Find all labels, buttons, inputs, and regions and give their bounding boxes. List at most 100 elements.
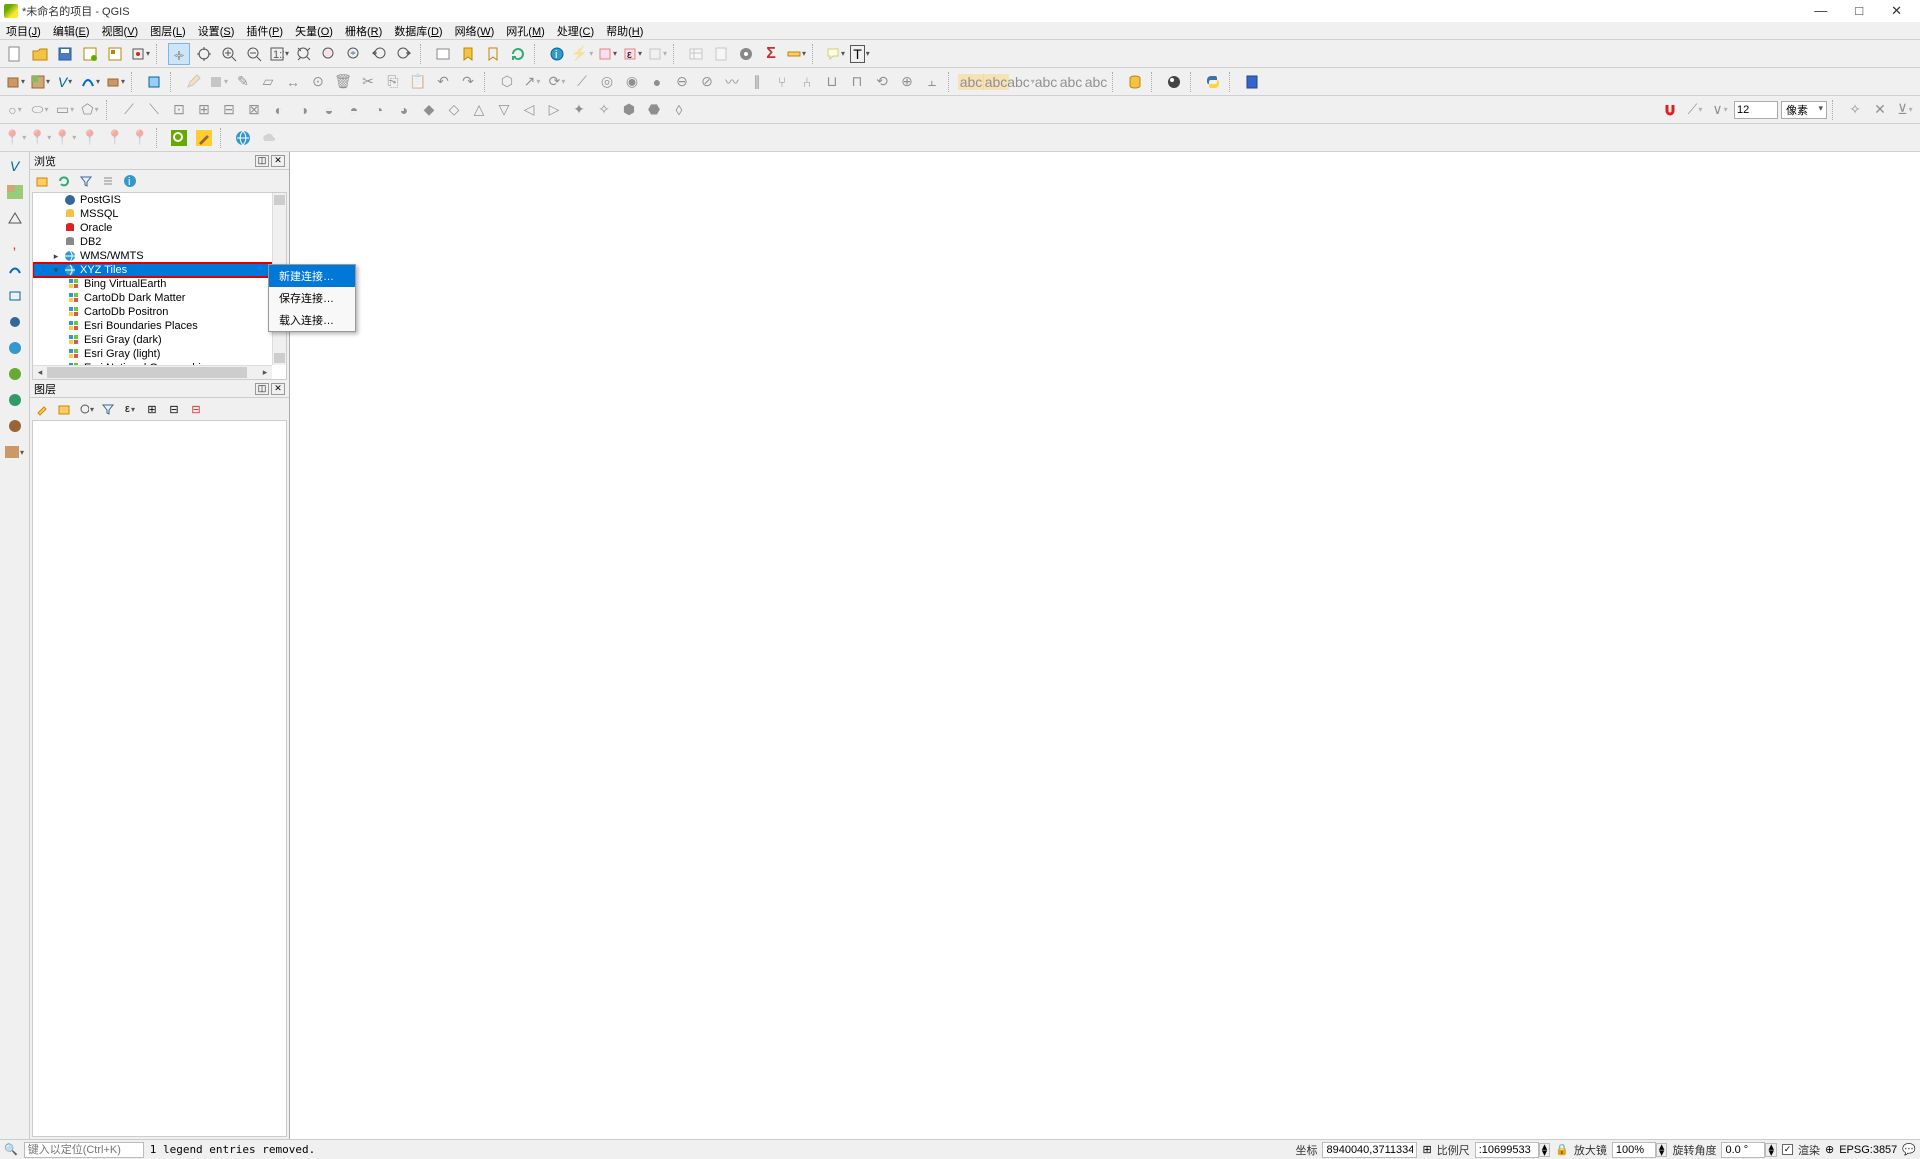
topo-edit-icon[interactable]: ✧ [1844,99,1866,121]
offset-point-icon[interactable]: ⊕ [896,71,918,93]
geom-tool7-icon[interactable]: ◐ [268,99,290,121]
menu-database[interactable]: 数据库(D) [394,23,442,39]
fill-ring-icon[interactable]: ● [646,71,668,93]
layers-expression-icon[interactable]: ε [122,401,138,417]
new-shapefile-icon[interactable]: V [54,71,76,93]
cm-new-connection[interactable]: 新建连接… [269,265,355,287]
delete-selected-icon[interactable]: 🗑 [332,71,354,93]
merge-attrs-icon[interactable]: ⊓ [846,71,868,93]
add-feature-icon[interactable]: ✎ [232,71,254,93]
menu-project[interactable]: 项目(J) [6,23,41,39]
deselect-icon[interactable] [646,43,668,65]
zoom-out-icon[interactable] [243,43,265,65]
browser-refresh-icon[interactable] [56,173,72,189]
pin-tool6-icon[interactable]: 📍 [129,127,151,149]
magnifier-input[interactable] [1612,1142,1656,1158]
move-feature-icon[interactable]: ↔ [282,71,304,93]
menu-edit[interactable]: 编辑(E) [53,23,90,39]
geom-tool15-icon[interactable]: △ [468,99,490,121]
python-console-icon[interactable] [1202,71,1224,93]
rotation-spinner[interactable]: ▴▾ [1765,1143,1777,1157]
lock-icon[interactable]: 🔒 [1555,1143,1569,1156]
rotate-points-icon[interactable]: ⟲ [871,71,893,93]
text-annotation-icon[interactable]: T [849,43,871,65]
split-parts-icon[interactable]: ⑃ [796,71,818,93]
layer-geopackage-icon[interactable] [4,71,26,93]
geom-tool6-icon[interactable]: ⊠ [243,99,265,121]
split-features-icon[interactable]: ⑂ [771,71,793,93]
pin-tool5-icon[interactable]: 📍 [104,127,126,149]
tree-item-esri-boundaries-places[interactable]: Esri Boundaries Places [33,319,286,333]
tree-item-mssql[interactable]: MSSQL [33,207,286,221]
add-wms-icon[interactable] [4,338,26,358]
show-bookmarks-icon[interactable] [482,43,504,65]
geom-tool11-icon[interactable]: ◔ [368,99,390,121]
refresh-icon[interactable] [507,43,529,65]
menu-settings[interactable]: 设置(S) [198,23,235,39]
action-run-icon[interactable]: ⚡ [571,43,593,65]
paste-features-icon[interactable]: 📋 [407,71,429,93]
add-mesh-icon[interactable] [4,208,26,228]
maximize-button[interactable]: □ [1855,3,1863,19]
geom-tool1-icon[interactable]: ⟋ [118,99,140,121]
new-spatialite-icon[interactable] [79,71,101,93]
label-pin-icon[interactable]: abc [985,71,1007,93]
processing-toolbox-icon[interactable] [735,43,757,65]
geom-tool8-icon[interactable]: ◑ [293,99,315,121]
geom-tool16-icon[interactable]: ▽ [493,99,515,121]
add-circle-icon[interactable]: ○ [4,99,26,121]
pin-inside-icon[interactable]: 📍 [4,127,26,149]
add-delimited-icon[interactable]: , [4,234,26,254]
label-change-icon[interactable]: abc [1085,71,1107,93]
layers-add-group-icon[interactable] [56,401,72,417]
add-ows-icon[interactable] [4,416,26,436]
browser-filter-icon[interactable] [78,173,94,189]
zoom-to-selection-icon[interactable] [318,43,340,65]
label-tool-icon[interactable]: abc [960,71,982,93]
browser-collapse-icon[interactable] [100,173,116,189]
tree-item-bing-virtualearth[interactable]: Bing VirtualEarth [33,277,286,291]
select-features-icon[interactable] [596,43,618,65]
close-button[interactable]: ✕ [1891,3,1902,19]
map-canvas[interactable] [290,152,1920,1139]
extents-icon[interactable]: ⊞ [1422,1143,1431,1156]
geom-tool3-icon[interactable]: ⊡ [168,99,190,121]
add-ring-icon[interactable]: ◎ [596,71,618,93]
tree-item-cartodb-dark-matter[interactable]: CartoDb Dark Matter [33,291,286,305]
pin-line-icon[interactable]: 📍 [54,127,76,149]
coord-input[interactable] [1322,1142,1417,1158]
label-rotate-icon[interactable]: abc [1060,71,1082,93]
db-manager-icon[interactable] [1124,71,1146,93]
zoom-in-icon[interactable] [218,43,240,65]
label-show-icon[interactable]: abc [1010,71,1032,93]
open-project-icon[interactable] [29,43,51,65]
tree-item-cartodb-positron[interactable]: CartoDb Positron [33,305,286,319]
add-vector-icon[interactable]: V [4,156,26,176]
layers-remove-icon[interactable]: ⊟ [188,401,204,417]
add-polygon-icon[interactable]: ▱ [257,71,279,93]
snap-type-icon[interactable]: ⟋ [1684,99,1706,121]
geom-tool17-icon[interactable]: ◁ [518,99,540,121]
add-part-icon[interactable]: ◉ [621,71,643,93]
save-edits-icon[interactable] [207,71,229,93]
locator-input[interactable] [24,1142,144,1158]
add-raster-icon[interactable] [4,182,26,202]
menu-help[interactable]: 帮助(H) [606,23,643,39]
hcmgis-cloud-icon[interactable] [257,127,279,149]
add-more-icon[interactable] [4,442,26,462]
menu-vector[interactable]: 矢量(O) [295,23,333,39]
magnifier-spinner[interactable]: ▴▾ [1656,1143,1668,1157]
zoom-to-layer-icon[interactable] [343,43,365,65]
add-ellipse-icon[interactable]: ⬭ [29,99,51,121]
menu-mesh[interactable]: 网孔(M) [506,23,545,39]
node-tool-icon[interactable]: ⊙ [307,71,329,93]
layers-filter-icon[interactable] [100,401,116,417]
browser-tree[interactable]: PostGISMSSQLOracleDB2▸WMS/WMTS▾XYZ Tiles… [32,192,287,380]
layers-tree[interactable] [32,420,287,1137]
new-bookmark-icon[interactable] [457,43,479,65]
messages-icon[interactable]: 💬 [1902,1143,1916,1156]
cm-load-connections[interactable]: 载入连接… [269,309,355,331]
geom-tool23-icon[interactable]: ◊ [668,99,690,121]
geom-tool14-icon[interactable]: ◇ [443,99,465,121]
menu-view[interactable]: 视图(V) [102,23,139,39]
